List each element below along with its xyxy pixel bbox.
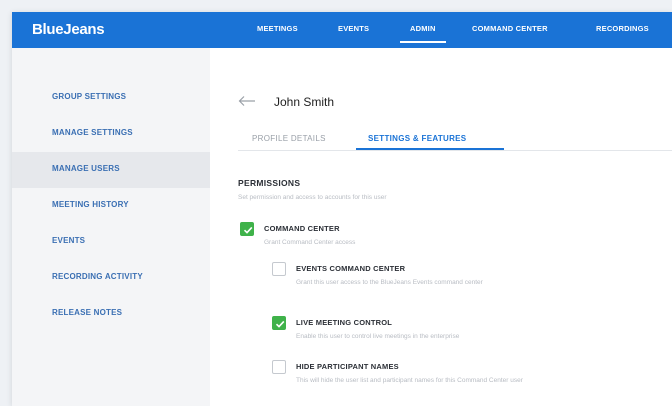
nav-active-indicator	[400, 41, 446, 43]
sidebar-item-label: GROUP SETTINGS	[52, 92, 127, 101]
sidebar-item-label: MEETING HISTORY	[52, 200, 129, 209]
events-command-center-description: Grant this user access to the BlueJeans …	[296, 279, 483, 286]
tab-active-indicator	[356, 148, 504, 150]
nav-command-center[interactable]: COMMAND CENTER	[472, 24, 548, 33]
sidebar-item-label: MANAGE USERS	[52, 164, 120, 173]
sidebar-item-manage-users[interactable]: MANAGE USERS	[12, 152, 210, 188]
sidebar: GROUP SETTINGS MANAGE SETTINGS MANAGE US…	[12, 48, 210, 406]
main-content: John Smith PROFILE DETAILS SETTINGS & FE…	[210, 48, 672, 406]
sidebar-item-manage-settings[interactable]: MANAGE SETTINGS	[12, 116, 210, 152]
back-arrow-icon[interactable]	[238, 94, 256, 106]
tab-divider	[238, 150, 672, 151]
sidebar-item-label: RELEASE NOTES	[52, 308, 123, 317]
permissions-description: Set permission and access to accounts fo…	[238, 194, 387, 201]
sidebar-item-recording-activity[interactable]: RECORDING ACTIVITY	[12, 260, 210, 296]
command-center-label: COMMAND CENTER	[264, 224, 340, 233]
sidebar-item-group-settings[interactable]: GROUP SETTINGS	[12, 80, 210, 116]
sidebar-item-meeting-history[interactable]: MEETING HISTORY	[12, 188, 210, 224]
sidebar-item-events[interactable]: EVENTS	[12, 224, 210, 260]
app-window: BlueJeans MEETINGS EVENTS ADMIN COMMAND …	[12, 12, 672, 406]
checkmark-icon	[243, 226, 253, 234]
sidebar-item-label: MANAGE SETTINGS	[52, 128, 133, 137]
command-center-description: Grant Command Center access	[264, 239, 356, 246]
events-command-center-label: EVENTS COMMAND CENTER	[296, 264, 406, 273]
tab-profile-details[interactable]: PROFILE DETAILS	[252, 134, 326, 143]
nav-recordings[interactable]: RECORDINGS	[596, 24, 649, 33]
live-meeting-control-description: Enable this user to control live meeting…	[296, 333, 460, 340]
hide-participant-names-description: This will hide the user list and partici…	[296, 377, 523, 384]
nav-admin[interactable]: ADMIN	[400, 24, 446, 43]
bluejeans-logo[interactable]: BlueJeans	[32, 21, 105, 38]
hide-participant-names-checkbox[interactable]	[272, 360, 286, 374]
events-command-center-checkbox[interactable]	[272, 262, 286, 276]
sidebar-item-release-notes[interactable]: RELEASE NOTES	[12, 296, 210, 332]
live-meeting-control-label: LIVE MEETING CONTROL	[296, 318, 393, 327]
permissions-title: PERMISSIONS	[238, 178, 301, 188]
checkmark-icon	[275, 320, 285, 328]
nav-events[interactable]: EVENTS	[338, 24, 369, 33]
sidebar-item-label: EVENTS	[52, 236, 86, 245]
page-title: John Smith	[274, 95, 335, 109]
top-nav-bar: BlueJeans MEETINGS EVENTS ADMIN COMMAND …	[12, 12, 672, 48]
nav-admin-label: ADMIN	[410, 24, 436, 33]
tab-settings-features[interactable]: SETTINGS & FEATURES	[368, 134, 466, 143]
nav-meetings[interactable]: MEETINGS	[257, 24, 298, 33]
live-meeting-control-checkbox[interactable]	[272, 316, 286, 330]
command-center-checkbox[interactable]	[240, 222, 254, 236]
hide-participant-names-label: HIDE PARTICIPANT NAMES	[296, 362, 399, 371]
sidebar-item-label: RECORDING ACTIVITY	[52, 272, 143, 281]
